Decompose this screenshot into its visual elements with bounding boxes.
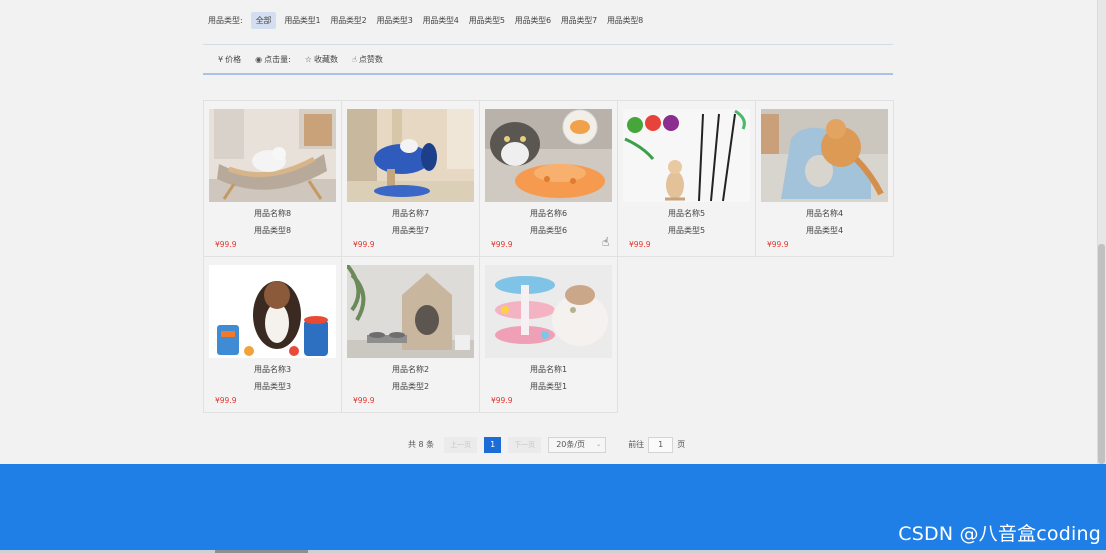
page-number-1[interactable]: 1 [484,436,502,453]
hand-cursor-icon: ☝ [602,235,610,249]
product-name[interactable]: 用品名称3 [204,364,341,375]
product-type: 用品类型4 [805,226,844,235]
product-image-cat-teaser-wands[interactable] [623,109,750,202]
filter-chip-type2[interactable]: 用品类型2 [325,12,371,29]
filter-chip-type5[interactable]: 用品类型5 [464,12,510,29]
sort-underline [203,73,893,75]
product-card[interactable]: 用品名称5 用品类型5 ¥99.9 [617,100,756,257]
filter-chip-type3[interactable]: 用品类型3 [372,12,418,29]
sort-label-likes: 点赞数 [358,54,383,64]
product-image-cat-scratcher[interactable] [761,109,888,202]
next-page-button[interactable]: 下一页 [508,436,542,453]
yen-icon: ¥ [218,54,224,64]
product-type: 用品类型6 [529,226,568,235]
product-image-cat-tunnel[interactable] [347,109,474,202]
product-name[interactable]: 用品名称7 [342,208,479,219]
product-name[interactable]: 用品名称1 [480,364,617,375]
product-price: ¥99.9 [767,240,789,249]
filter-chip-type8[interactable]: 用品类型8 [602,12,648,29]
filter-chip-type4[interactable]: 用品类型4 [418,12,464,29]
sort-by-favorites[interactable]: ☆ 收藏数 [305,54,338,65]
page-size-value: 20条/页 [556,440,586,449]
type-filter: 用品类型: 全部 用品类型1 用品类型2 用品类型3 用品类型4 用品类型5 用… [203,11,648,29]
goto-page: 前往 1 页 [628,436,686,453]
product-price: ¥99.9 [353,240,375,249]
sort-label-clicks: 点击量: [264,54,291,64]
filter-chip-type7[interactable]: 用品类型7 [556,12,602,29]
eye-icon: ◉ [255,54,263,64]
product-name[interactable]: 用品名称4 [756,208,893,219]
watermark-text: CSDN @八音盒coding [898,523,1101,545]
filter-chip-all[interactable]: 全部 [250,11,277,29]
scrollbar-thumb[interactable] [1098,244,1105,464]
product-type: 用品类型8 [253,226,292,235]
product-price: ¥99.9 [353,396,375,405]
product-price: ¥99.9 [491,240,513,249]
product-card[interactable]: 用品名称2 用品类型2 ¥99.9 [341,256,480,413]
sort-label-price: 价格 [225,54,242,64]
product-card[interactable]: 用品名称4 用品类型4 ¥99.9 [755,100,894,257]
sort-by-clicks[interactable]: ◉ 点击量: [255,54,291,65]
product-type: 用品类型3 [253,382,292,391]
page-unit-label: 页 [677,440,686,449]
footer: CSDN @八音盒coding [0,464,1106,553]
product-image-cat-orange-toy[interactable] [485,109,612,202]
product-price: ¥99.9 [215,240,237,249]
product-type: 用品类型2 [391,382,430,391]
prev-page-button[interactable]: 上一页 [444,436,478,453]
product-name[interactable]: 用品名称6 [480,208,617,219]
product-image-pet-house[interactable] [347,265,474,358]
page-size-select[interactable]: 20条/页 ⌄ [548,436,607,453]
product-type: 用品类型5 [667,226,706,235]
product-card[interactable]: 用品名称6 用品类型6 ¥99.9 [479,100,618,257]
filter-label: 用品类型: [208,15,243,25]
sort-by-price[interactable]: ¥ 价格 [218,54,241,65]
product-image-cat-lounge-chair[interactable] [209,109,336,202]
thumbs-up-icon: ☝ [351,54,357,64]
goto-page-input[interactable]: 1 [648,436,674,453]
chevron-down-icon: ⌄ [596,441,602,448]
sort-bar: ¥ 价格 ◉ 点击量: ☆ 收藏数 ☝ 点赞数 [218,51,397,67]
sort-label-favorites: 收藏数 [313,54,338,64]
product-card[interactable]: 用品名称7 用品类型7 ¥99.9 [341,100,480,257]
product-name[interactable]: 用品名称8 [204,208,341,219]
sort-by-likes[interactable]: ☝ 点赞数 [352,54,383,65]
product-price: ¥99.9 [629,240,651,249]
product-type: 用品类型7 [391,226,430,235]
star-icon: ☆ [304,54,312,64]
vertical-scrollbar[interactable] [1097,0,1106,465]
product-card[interactable]: 用品名称3 用品类型3 ¥99.9 [203,256,342,413]
pagination: 共 8 条 上一页 1 下一页 20条/页 ⌄ 前往 1 页 [408,436,685,453]
product-type: 用品类型1 [529,382,568,391]
product-card[interactable]: 用品名称1 用品类型1 ¥99.9 [479,256,618,413]
product-image-cat-track-toy[interactable] [485,265,612,358]
product-name[interactable]: 用品名称5 [618,208,755,219]
product-image-dog-bowls[interactable] [209,265,336,358]
goto-label: 前往 [628,440,645,449]
filter-chip-type1[interactable]: 用品类型1 [279,12,325,29]
product-name[interactable]: 用品名称2 [342,364,479,375]
product-price: ¥99.9 [215,396,237,405]
product-price: ¥99.9 [491,396,513,405]
filter-divider [203,44,893,45]
filter-chip-type6[interactable]: 用品类型6 [510,12,556,29]
product-card[interactable]: 用品名称8 用品类型8 ¥99.9 [203,100,342,257]
total-count: 共 8 条 [408,440,435,449]
